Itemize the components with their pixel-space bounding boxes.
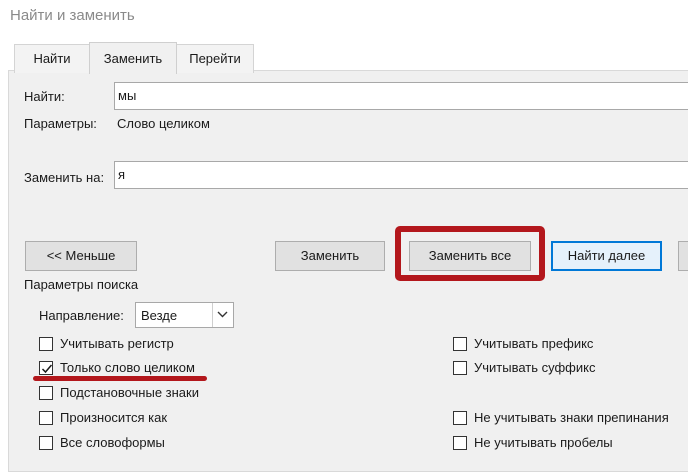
wildcards-label: Подстановочные знаки — [60, 385, 199, 400]
search-options-title: Параметры поиска — [24, 277, 139, 292]
match-prefix-label: Учитывать префикс — [474, 336, 594, 351]
ignore-punctuation-checkbox[interactable] — [453, 411, 467, 425]
ignore-spaces-checkbox[interactable] — [453, 436, 467, 450]
match-suffix-checkbox[interactable] — [453, 361, 467, 375]
word-forms-label: Все словоформы — [60, 435, 165, 450]
direction-value: Везде — [141, 308, 178, 323]
ignore-spaces-label: Не учитывать пробелы — [474, 435, 613, 450]
ignore-punctuation-label: Не учитывать знаки препинания — [474, 410, 669, 425]
find-label: Найти: — [24, 89, 65, 104]
match-case-checkbox[interactable] — [39, 337, 53, 351]
chevron-down-icon[interactable] — [212, 303, 233, 327]
match-suffix-label: Учитывать суффикс — [474, 360, 596, 375]
sounds-like-label: Произносится как — [60, 410, 168, 425]
sounds-like-checkbox[interactable] — [39, 411, 53, 425]
checkmark-icon — [41, 364, 53, 374]
replace-button[interactable]: Заменить — [275, 241, 385, 271]
tab-find[interactable]: Найти — [14, 44, 90, 73]
wildcards-checkbox[interactable] — [39, 386, 53, 400]
options-value: Слово целиком — [117, 116, 210, 131]
title-bar: Найти и заменить — [0, 0, 688, 32]
replace-all-highlight — [395, 226, 545, 281]
cancel-button[interactable] — [678, 241, 688, 271]
whole-word-label: Только слово целиком — [60, 360, 195, 375]
tab-goto[interactable]: Перейти — [176, 44, 254, 73]
replace-label: Заменить на: — [24, 170, 105, 185]
match-prefix-checkbox[interactable] — [453, 337, 467, 351]
options-label: Параметры: — [24, 116, 97, 131]
whole-word-underline — [33, 376, 207, 381]
replace-input[interactable]: я — [114, 161, 688, 189]
tab-replace[interactable]: Заменить — [89, 42, 177, 74]
window-title: Найти и заменить — [10, 7, 135, 24]
find-next-button[interactable]: Найти далее — [551, 241, 662, 271]
direction-label: Направление: — [39, 308, 124, 323]
whole-word-checkbox[interactable] — [39, 361, 53, 375]
direction-select[interactable]: Везде — [135, 302, 234, 328]
word-forms-checkbox[interactable] — [39, 436, 53, 450]
match-case-label: Учитывать регистр — [60, 336, 174, 351]
find-input[interactable]: мы — [114, 82, 688, 110]
less-button[interactable]: << Меньше — [25, 241, 137, 271]
